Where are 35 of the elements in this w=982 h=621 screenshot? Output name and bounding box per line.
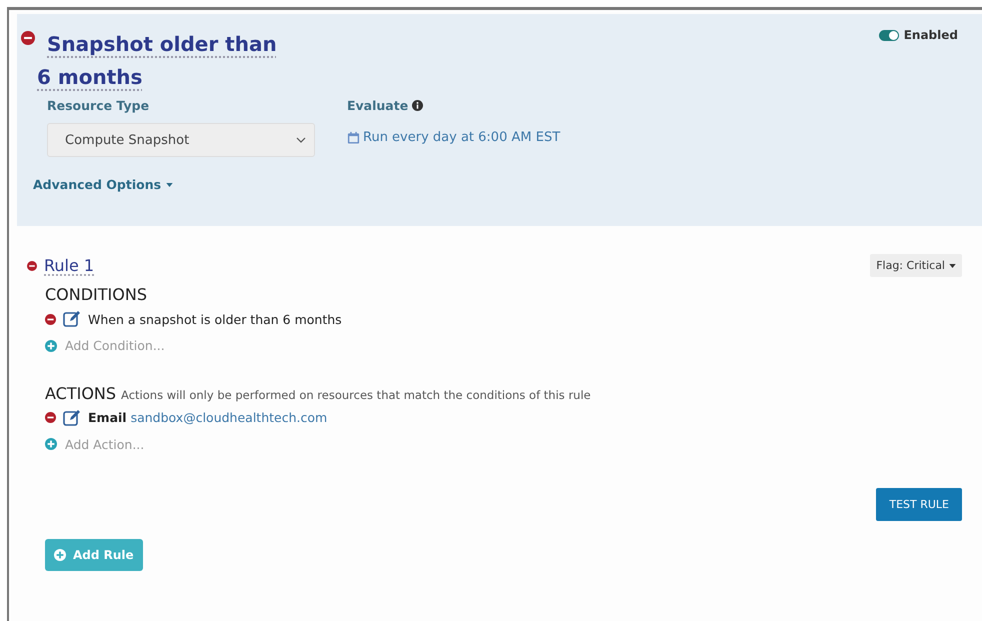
section-heading: CONDITIONS bbox=[45, 285, 148, 304]
add-action-link[interactable]: Add Action... bbox=[45, 436, 144, 452]
chevron-icon bbox=[296, 137, 306, 143]
info-icon[interactable] bbox=[412, 100, 424, 111]
enabled-toggle[interactable]: Enabled bbox=[878, 28, 958, 42]
field-label: Evaluate bbox=[347, 98, 408, 113]
condition-text: When a snapshot is older than 6 months bbox=[88, 312, 342, 326]
calendar-icon bbox=[347, 131, 360, 144]
test-rule-button[interactable]: TEST RULE bbox=[876, 488, 962, 521]
add-icon bbox=[45, 438, 57, 450]
add-rule-button[interactable]: Add Rule bbox=[45, 539, 143, 571]
flag-dropdown[interactable]: Flag: Critical bbox=[870, 254, 962, 277]
field-label: Resource Type bbox=[47, 98, 150, 113]
advanced-options-toggle[interactable]: Advanced Options bbox=[33, 177, 174, 192]
remove-icon[interactable] bbox=[21, 31, 35, 45]
remove-icon[interactable] bbox=[45, 314, 56, 324]
edit-icon[interactable] bbox=[63, 408, 81, 426]
add-icon bbox=[54, 549, 66, 561]
remove-icon[interactable] bbox=[27, 260, 37, 270]
policy-title[interactable]: Snapshot older than 6 months bbox=[37, 28, 287, 94]
add-icon bbox=[45, 340, 57, 352]
email-link[interactable]: sandbox@cloudhealthtech.com bbox=[130, 410, 328, 425]
caret-icon bbox=[166, 182, 174, 186]
section-heading: ACTIONS bbox=[45, 384, 116, 402]
action-label: Email bbox=[88, 410, 127, 425]
rule-title[interactable]: Rule 1 bbox=[44, 256, 94, 275]
caret-icon bbox=[949, 264, 956, 268]
section-note: Actions will only be performed on resources that match the conditions of this rule bbox=[121, 388, 591, 402]
add-condition-link[interactable]: Add Condition... bbox=[45, 338, 165, 353]
schedule-link[interactable]: Run every day at 6:00 AM EST bbox=[363, 130, 560, 145]
add-action-label[interactable]: Add Action... bbox=[65, 436, 144, 452]
remove-icon[interactable] bbox=[45, 412, 56, 423]
resource-type-select[interactable]: Compute Snapshot bbox=[47, 123, 315, 157]
edit-icon[interactable] bbox=[63, 310, 81, 328]
add-condition-label[interactable]: Add Condition... bbox=[65, 338, 165, 353]
